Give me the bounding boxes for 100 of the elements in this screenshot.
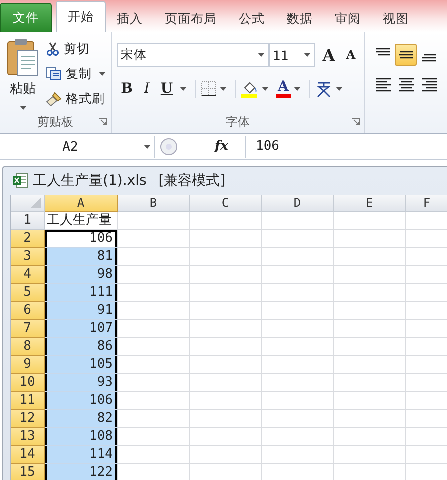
row-header[interactable]: 12: [11, 410, 45, 428]
empty-cell: [262, 320, 334, 338]
ribbon-tab[interactable]: 审阅: [324, 5, 372, 32]
ribbon-tab[interactable]: 公式: [228, 5, 276, 32]
empty-cell: [334, 266, 406, 284]
empty-cell: [190, 338, 262, 356]
grow-font-button[interactable]: A: [318, 46, 340, 64]
empty-cell: [190, 248, 262, 266]
empty-cell: [190, 320, 262, 338]
copy-button[interactable]: 复制: [46, 64, 109, 84]
empty-cell: [262, 302, 334, 320]
align-middle-button[interactable]: [395, 44, 417, 66]
table-cell: 106: [45, 230, 118, 248]
ribbon-tab[interactable]: 插入: [106, 5, 154, 32]
bold-button[interactable]: B: [117, 81, 137, 97]
empty-cell: [262, 338, 334, 356]
font-name-field[interactable]: 宋体: [117, 43, 269, 67]
empty-cell: [262, 248, 334, 266]
select-all-icon: [31, 198, 41, 208]
table-cell: 82: [45, 410, 118, 428]
row-header[interactable]: 9: [11, 356, 45, 374]
empty-cell: [262, 212, 334, 230]
row-header[interactable]: 6: [11, 302, 45, 320]
empty-cell: [262, 230, 334, 248]
table-cell: 108: [45, 428, 118, 446]
copy-icon: [46, 67, 62, 81]
format-painter-button[interactable]: 格式刷: [46, 89, 109, 109]
dialog-launcher-icon: [99, 118, 107, 126]
row-header[interactable]: 13: [11, 428, 45, 446]
column-header[interactable]: D: [262, 195, 334, 212]
row-header[interactable]: 3: [11, 248, 45, 266]
row-header[interactable]: 1: [11, 212, 45, 230]
name-box[interactable]: A2: [0, 136, 155, 158]
fill-color-icon: [241, 80, 259, 98]
phonetic-guide-icon: [314, 80, 333, 98]
caret-icon: [20, 106, 26, 110]
group-label: 字体: [226, 114, 250, 130]
empty-cell: [262, 446, 334, 464]
empty-cell: [190, 230, 262, 248]
clipboard-icon: [7, 37, 39, 77]
table-cell: 111: [45, 284, 118, 302]
empty-cell: [334, 212, 406, 230]
cut-button[interactable]: 剪切: [46, 39, 109, 59]
table-cell: 91: [45, 302, 118, 320]
empty-cell: [262, 284, 334, 302]
empty-cell: [190, 356, 262, 374]
column-header[interactable]: B: [118, 195, 190, 212]
spreadsheet-icon: [13, 173, 29, 189]
paste-button[interactable]: 粘贴: [0, 32, 46, 111]
empty-cell: [334, 374, 406, 392]
font-color-button[interactable]: A: [276, 80, 291, 98]
italic-button[interactable]: I: [137, 81, 157, 97]
caret-icon: [336, 87, 343, 91]
empty-cell: [190, 410, 262, 428]
caret-icon: [304, 53, 311, 57]
ribbon-tab[interactable]: 数据: [276, 5, 324, 32]
empty-cell: [262, 428, 334, 446]
table-cell: 86: [45, 338, 118, 356]
row-header[interactable]: 7: [11, 320, 45, 338]
empty-cell: [190, 302, 262, 320]
column-header[interactable]: E: [334, 195, 406, 212]
empty-cell: [334, 428, 406, 446]
row-header[interactable]: 15: [11, 464, 45, 480]
empty-cell: [334, 356, 406, 374]
align-right-icon: [422, 78, 436, 92]
empty-cell: [334, 320, 406, 338]
caret-icon: [220, 87, 227, 91]
ribbon-tab[interactable]: 视图: [372, 5, 420, 32]
empty-cell: [334, 338, 406, 356]
dialog-launcher-icon: [352, 118, 360, 126]
ribbon-tab[interactable]: 开始: [56, 1, 106, 32]
row-header[interactable]: 2: [11, 230, 45, 248]
empty-cell: [118, 212, 190, 230]
row-header[interactable]: 10: [11, 374, 45, 392]
shrink-font-button[interactable]: A: [340, 48, 362, 62]
row-header[interactable]: 14: [11, 446, 45, 464]
column-header[interactable]: F: [406, 195, 447, 212]
brush-icon: [46, 92, 62, 106]
empty-cell: [262, 356, 334, 374]
ribbon-tab[interactable]: 页面布局: [154, 5, 228, 32]
row-header[interactable]: 5: [11, 284, 45, 302]
table-cell: 106: [45, 392, 118, 410]
table-cell: 114: [45, 446, 118, 464]
empty-cell: [334, 446, 406, 464]
table-cell: 81: [45, 248, 118, 266]
column-header[interactable]: A: [45, 195, 118, 212]
empty-cell: [190, 374, 262, 392]
row-header[interactable]: 4: [11, 266, 45, 284]
formula-field[interactable]: 106: [246, 136, 447, 158]
table-cell: 93: [45, 374, 118, 392]
caret-icon: [294, 87, 301, 91]
caret-icon: [99, 72, 106, 76]
column-header[interactable]: C: [190, 195, 262, 212]
font-size-field[interactable]: 11: [269, 43, 315, 67]
caret-icon: [262, 87, 269, 91]
row-header[interactable]: 8: [11, 338, 45, 356]
underline-button[interactable]: U: [157, 81, 177, 97]
insert-function-button[interactable]: fx: [215, 136, 246, 158]
row-header[interactable]: 11: [11, 392, 45, 410]
borders-icon: [201, 81, 217, 97]
